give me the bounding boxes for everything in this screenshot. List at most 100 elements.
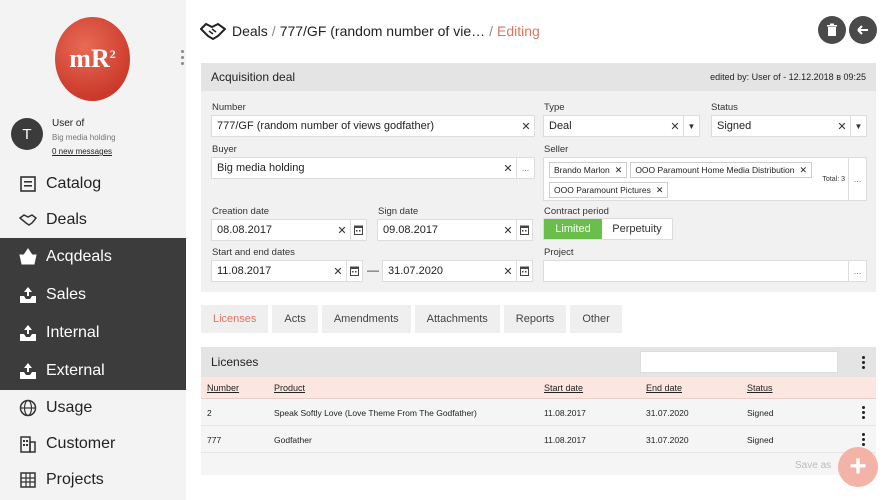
sidebar-resize-handle[interactable] [181, 50, 185, 66]
sidebar-item-catalog[interactable]: Catalog [0, 166, 186, 202]
sidebar-item-usage[interactable]: Usage [0, 390, 186, 426]
col-product[interactable]: Product [274, 383, 305, 393]
licenses-title: Licenses [211, 355, 259, 369]
avatar[interactable]: T [11, 118, 43, 150]
card-title: Acquisition deal [211, 70, 296, 84]
start-date-field[interactable]: 11.08.2017 ✕ [211, 260, 363, 282]
user-name: User of [52, 118, 85, 129]
row-menu-icon[interactable] [860, 433, 866, 448]
sidebar-item-internal[interactable]: Internal [0, 314, 186, 352]
tray-up-icon [18, 361, 38, 381]
col-start-date[interactable]: Start date [544, 383, 583, 393]
save-as-button[interactable]: Save as [795, 460, 831, 471]
col-status[interactable]: Status [747, 383, 773, 393]
table-row[interactable]: 777 Godfather 11.08.2017 31.07.2020 Sign… [201, 426, 876, 453]
sidebar-item-sales[interactable]: Sales [0, 276, 186, 314]
sidebar-item-projects[interactable]: Projects [0, 462, 186, 498]
user-company: Big media holding [52, 133, 116, 142]
licenses-panel: Licenses Number Product Start date End d… [201, 347, 876, 475]
sidebar-item-label: Projects [46, 471, 104, 488]
number-field[interactable]: 777/GF (random number of views godfather… [211, 115, 535, 137]
sidebar-nav: Catalog Deals Acqdeals Sales Internal Ex… [0, 166, 186, 498]
clear-icon[interactable]: ✕ [330, 265, 346, 278]
more-icon[interactable]: ... [848, 158, 866, 200]
cell-status: Signed [747, 408, 774, 418]
tab-attachments[interactable]: Attachments [414, 305, 500, 333]
buyer-label: Buyer [212, 144, 237, 155]
buyer-field[interactable]: Big media holding ✕ ... [211, 157, 535, 179]
perpetuity-option[interactable]: Perpetuity [602, 219, 672, 239]
end-date-value: 31.07.2020 [388, 265, 444, 277]
handshake-icon [200, 22, 226, 41]
breadcrumb-deals[interactable]: Deals [232, 23, 268, 39]
buyer-value: Big media holding [217, 162, 305, 174]
remove-icon[interactable]: ✕ [615, 165, 623, 176]
acquisition-deal-card: Acquisition deal edited by: User of - 12… [201, 63, 876, 292]
chevron-down-icon[interactable]: ▼ [683, 115, 699, 137]
cell-end-date: 31.07.2020 [646, 435, 689, 445]
more-icon[interactable]: ... [848, 260, 866, 282]
seller-chip[interactable]: Brando Marlon ✕ [549, 162, 628, 178]
clear-icon[interactable]: ✕ [334, 224, 350, 237]
seller-chip[interactable]: OOO Paramount Pictures ✕ [549, 182, 669, 198]
new-messages-link[interactable]: 0 new messages [52, 147, 116, 156]
project-field[interactable]: ... [543, 260, 867, 282]
limited-option[interactable]: Limited [544, 219, 602, 239]
sidebar-item-acqdeals[interactable]: Acqdeals [0, 238, 186, 276]
contract-period-toggle[interactable]: Limited Perpetuity [543, 218, 673, 240]
sidebar-item-customer[interactable]: Customer [0, 426, 186, 462]
back-button[interactable] [849, 16, 877, 44]
table-header: Number Product Start date End date Statu… [201, 377, 876, 399]
arrow-left-icon [857, 25, 868, 35]
seller-chip[interactable]: OOO Paramount Home Media Distribution ✕ [630, 162, 813, 178]
clear-icon[interactable]: ✕ [518, 120, 534, 133]
creation-date-field[interactable]: 08.08.2017 ✕ [211, 219, 367, 241]
project-label: Project [544, 247, 574, 258]
app-logo[interactable]: mR 2 [55, 17, 130, 101]
clear-icon[interactable]: ✕ [500, 162, 516, 175]
remove-icon[interactable]: ✕ [800, 165, 808, 176]
clear-icon[interactable]: ✕ [500, 265, 516, 278]
trash-icon [827, 23, 837, 36]
start-date-value: 11.08.2017 [217, 265, 272, 277]
more-icon[interactable]: ... [516, 157, 534, 179]
cell-status: Signed [747, 435, 774, 445]
tab-licenses[interactable]: Licenses [201, 305, 269, 333]
cell-start-date: 11.08.2017 [544, 408, 586, 418]
type-select[interactable]: Deal ✕ ▼ [543, 115, 700, 137]
row-menu-icon[interactable] [860, 406, 866, 421]
sidebar-item-label: Customer [46, 435, 116, 452]
calendar-icon[interactable] [516, 260, 532, 282]
table-row[interactable]: 2 Speak Softly Love (Love Theme From The… [201, 399, 876, 426]
status-select[interactable]: Signed ✕ ▼ [711, 115, 867, 137]
end-date-field[interactable]: 31.07.2020 ✕ [382, 260, 533, 282]
sidebar-item-deals[interactable]: Deals [0, 202, 186, 238]
clear-icon[interactable]: ✕ [500, 224, 516, 237]
calendar-icon[interactable] [346, 260, 362, 282]
tab-acts[interactable]: Acts [272, 305, 318, 333]
calendar-icon[interactable] [516, 219, 532, 241]
sidebar-item-label: External [46, 362, 105, 379]
chevron-down-icon[interactable]: ▼ [850, 115, 866, 137]
seller-field[interactable]: Brando Marlon ✕ OOO Paramount Home Media … [543, 157, 867, 201]
user-panel[interactable]: T User of Big media holding 0 new messag… [11, 118, 116, 156]
remove-icon[interactable]: ✕ [656, 185, 664, 196]
tab-amendments[interactable]: Amendments [321, 305, 411, 333]
col-end-date[interactable]: End date [646, 383, 682, 393]
number-label: Number [212, 102, 246, 113]
delete-button[interactable] [818, 16, 846, 44]
col-number[interactable]: Number [207, 383, 239, 393]
cell-product: Godfather [274, 435, 312, 445]
clear-icon[interactable]: ✕ [834, 120, 850, 133]
tab-reports[interactable]: Reports [503, 305, 567, 333]
clear-icon[interactable]: ✕ [667, 120, 683, 133]
add-button[interactable]: + [838, 447, 878, 487]
sign-date-field[interactable]: 09.08.2017 ✕ [377, 219, 533, 241]
calendar-icon[interactable] [350, 219, 366, 241]
status-value: Signed [717, 120, 752, 132]
sidebar-item-external[interactable]: External [0, 352, 186, 390]
tab-other[interactable]: Other [570, 305, 622, 333]
licenses-search-input[interactable] [640, 351, 838, 373]
more-vertical-icon[interactable] [860, 356, 866, 371]
sidebar-item-label: Deals [46, 211, 87, 228]
